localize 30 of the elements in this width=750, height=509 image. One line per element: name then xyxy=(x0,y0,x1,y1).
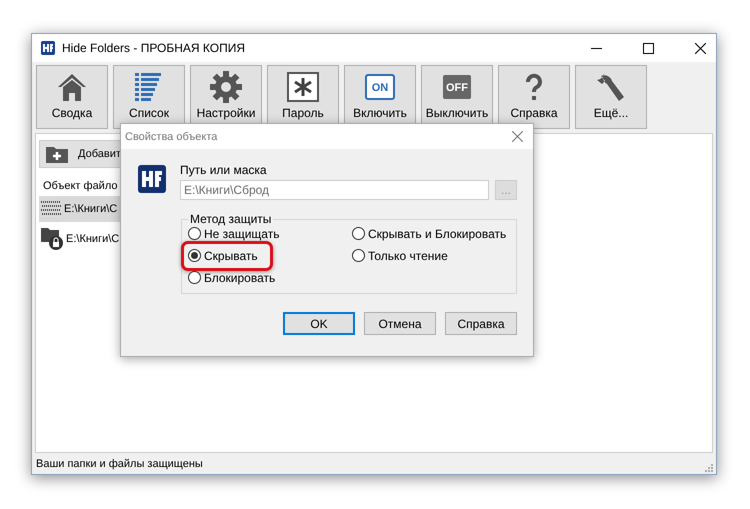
path-field[interactable]: E:\Книги\Сброд xyxy=(180,180,489,200)
toolbar-button[interactable]: Список xyxy=(113,65,185,129)
radio-option[interactable]: Только чтение xyxy=(352,248,448,263)
toolbar-button[interactable]: Ещё... xyxy=(575,65,647,129)
app-logo-icon xyxy=(41,41,55,55)
window-title: Hide Folders - ПРОБНАЯ КОПИЯ xyxy=(62,41,246,55)
radio-option[interactable]: Скрывать xyxy=(188,248,258,263)
toolbar-button[interactable]: Справка xyxy=(498,65,570,129)
path-label: Путь или маска xyxy=(180,163,268,177)
dialog-button[interactable]: Отмена xyxy=(364,312,436,335)
dialog-button[interactable]: OK xyxy=(283,312,355,335)
add-folder-icon xyxy=(46,145,68,163)
locked-folder-icon xyxy=(41,228,63,250)
column-header: Объект файло xyxy=(42,180,118,192)
dialog-title: Свойства объекта xyxy=(125,130,218,142)
checkered-folder-icon xyxy=(41,201,61,217)
gear-icon xyxy=(209,70,243,104)
asterisk-icon xyxy=(286,70,320,104)
close-icon[interactable] xyxy=(695,42,706,54)
status-text: Ваши папки и файлы защищены xyxy=(36,458,203,470)
app-logo-icon xyxy=(138,165,166,193)
maximize-icon[interactable] xyxy=(643,42,654,54)
radio-option[interactable]: Не защищать xyxy=(188,226,280,241)
group-title: Метод защиты xyxy=(189,212,272,226)
list-item[interactable]: E:\Книги\С xyxy=(39,226,157,252)
dialog-button[interactable]: Справка xyxy=(445,312,517,335)
toolbar-button[interactable]: Сводка xyxy=(36,65,108,129)
resize-grip-icon xyxy=(705,464,713,472)
radio-option[interactable]: Блокировать xyxy=(188,270,276,285)
radio-option[interactable]: Скрывать и Блокировать xyxy=(352,226,506,241)
